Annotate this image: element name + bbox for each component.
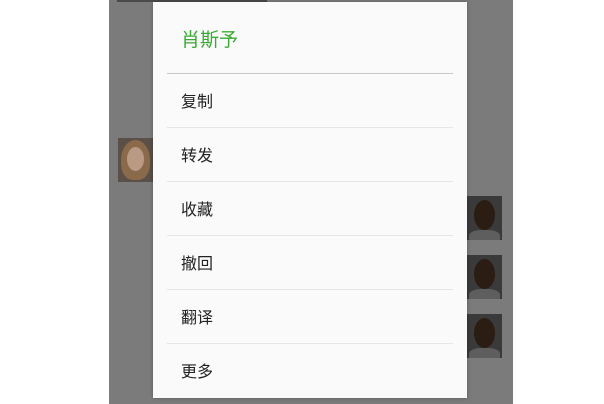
menu-item-label: 转发 bbox=[181, 146, 214, 165]
contact-avatar bbox=[118, 138, 153, 182]
menu-item-translate[interactable]: 翻译 bbox=[167, 290, 453, 344]
menu-item-label: 撤回 bbox=[181, 254, 214, 273]
self-avatar bbox=[467, 255, 502, 299]
menu-item-copy[interactable]: 复制 bbox=[167, 74, 453, 128]
dialog-title: 肖斯予 bbox=[181, 29, 239, 51]
menu-item-forward[interactable]: 转发 bbox=[167, 128, 453, 182]
menu-item-recall[interactable]: 撤回 bbox=[167, 236, 453, 290]
menu-item-label: 复制 bbox=[181, 92, 214, 111]
options-menu: 复制 转发 收藏 撤回 翻译 更多 bbox=[167, 74, 453, 397]
menu-item-label: 更多 bbox=[181, 362, 214, 381]
message-options-dialog: 肖斯予 复制 转发 收藏 撤回 翻译 更多 bbox=[153, 2, 467, 398]
menu-item-label: 翻译 bbox=[181, 308, 214, 327]
menu-item-label: 收藏 bbox=[181, 200, 214, 219]
menu-item-more[interactable]: 更多 bbox=[167, 344, 453, 397]
menu-item-favorite[interactable]: 收藏 bbox=[167, 182, 453, 236]
self-avatar bbox=[467, 314, 502, 358]
self-avatar bbox=[467, 196, 502, 240]
